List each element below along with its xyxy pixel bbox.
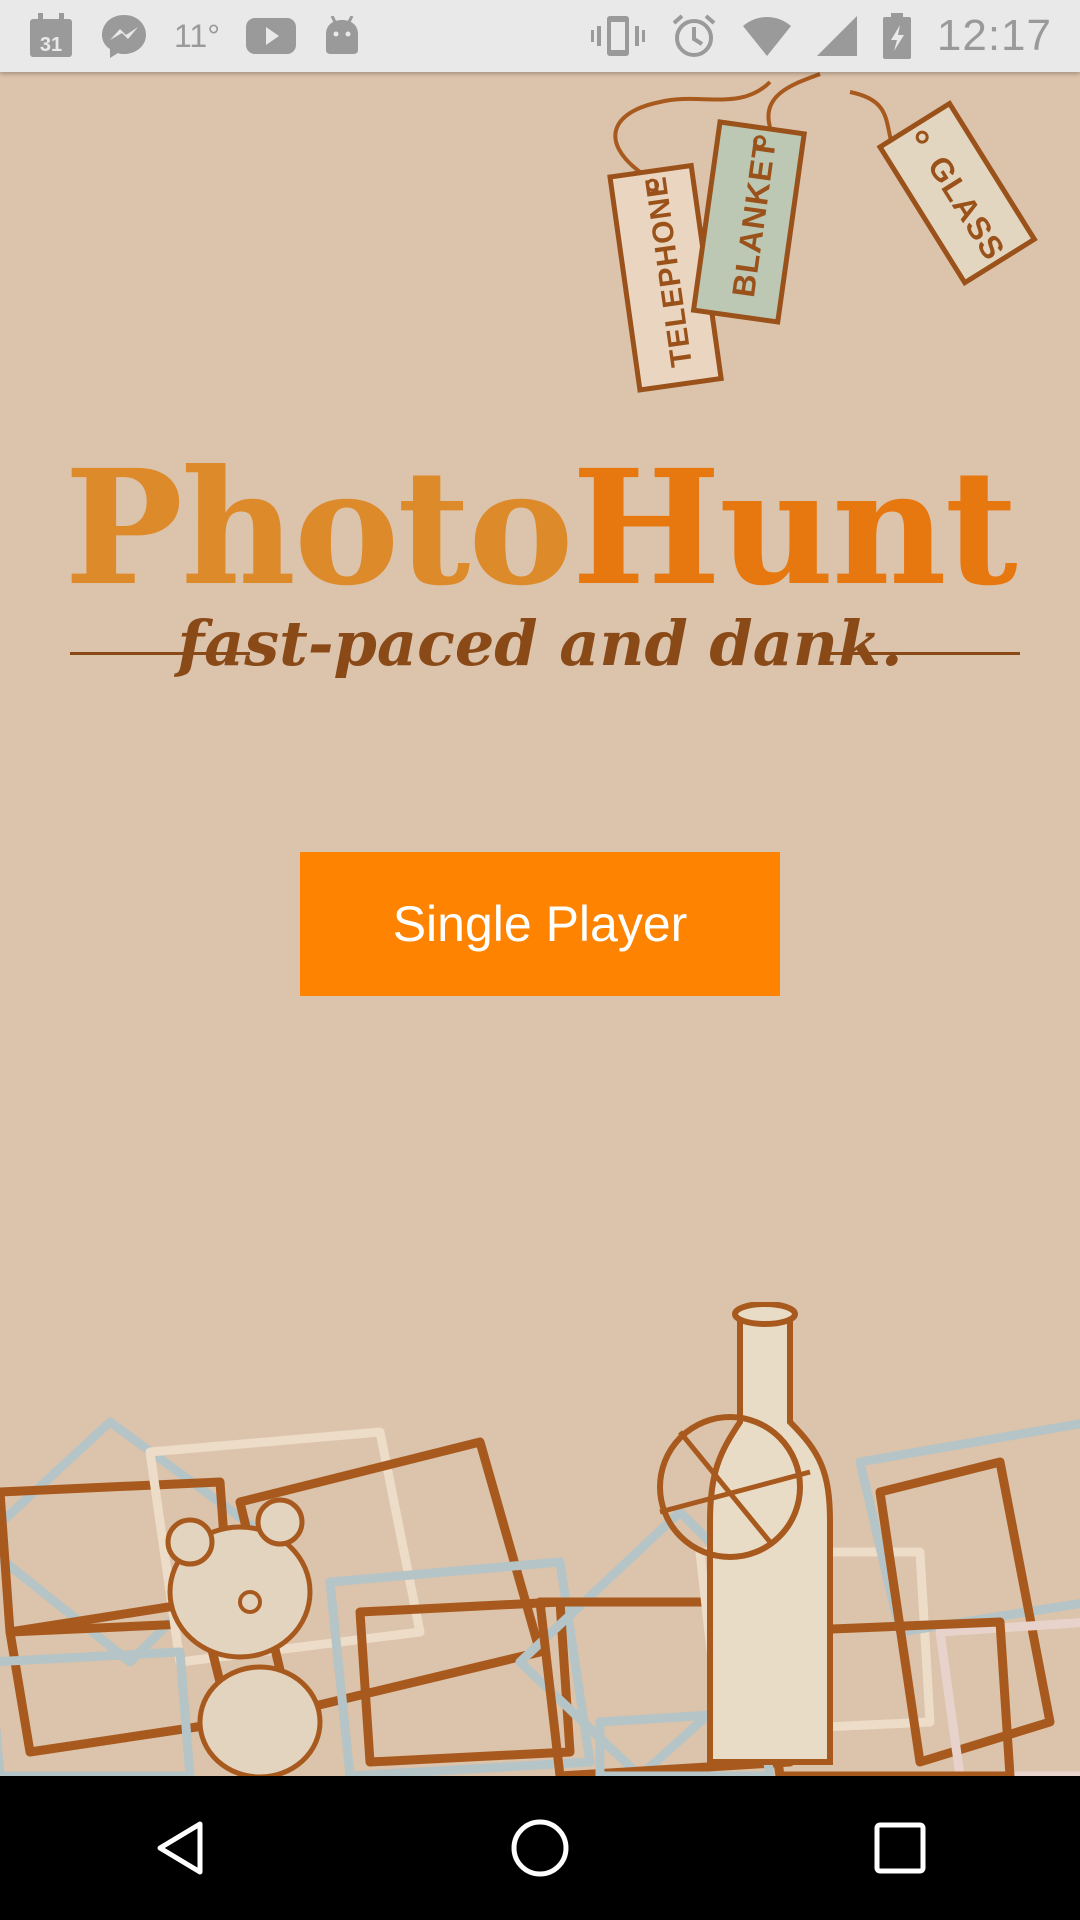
home-icon xyxy=(511,1819,569,1877)
calendar-icon: 31 xyxy=(28,13,74,59)
tags-illustration: TELEPHONE BLANKET GLASS xyxy=(607,72,1038,393)
main-screen: TELEPHONE BLANKET GLASS PhotoHunt fast-p… xyxy=(0,72,1080,1776)
messenger-icon xyxy=(100,13,148,59)
status-bar-right: 12:17 xyxy=(590,10,1052,62)
home-button[interactable] xyxy=(470,1793,610,1903)
alarm-icon xyxy=(671,13,717,59)
signal-icon xyxy=(816,16,857,56)
status-bar: 31 11° 12:17 xyxy=(0,0,1080,72)
clock: 12:17 xyxy=(936,11,1052,60)
battery-charging-icon xyxy=(882,13,911,59)
logo-title-hunt: Hunt xyxy=(571,436,1018,621)
recents-icon xyxy=(874,1822,926,1874)
app-tagline: fast-paced and dank. xyxy=(177,607,903,680)
vibrate-icon xyxy=(590,14,645,58)
bottle-drawing xyxy=(657,1302,833,1765)
youtube-icon xyxy=(246,18,297,54)
temperature: 11° xyxy=(174,17,221,54)
back-icon xyxy=(157,1821,203,1875)
wifi-icon xyxy=(742,16,791,56)
navigation-bar xyxy=(0,1776,1080,1920)
calendar-day: 31 xyxy=(40,34,62,56)
status-bar-left: 31 11° xyxy=(28,10,362,62)
frames-illustration xyxy=(0,1302,1080,1776)
app-logo-title: PhotoHunt xyxy=(0,450,1080,608)
android-icon xyxy=(322,16,362,56)
logo-title-photo: Photo xyxy=(64,436,573,621)
back-button[interactable] xyxy=(110,1793,250,1903)
single-player-button[interactable]: Single Player xyxy=(300,852,780,996)
recents-button[interactable] xyxy=(830,1793,970,1903)
